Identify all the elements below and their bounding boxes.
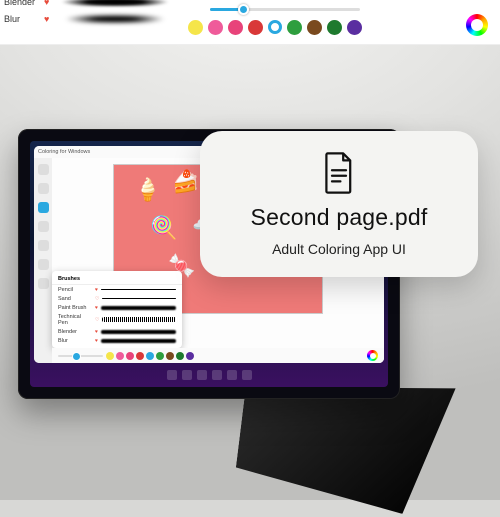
left-toolbar xyxy=(34,158,52,363)
color-wheel-icon[interactable] xyxy=(466,14,488,36)
color-swatch[interactable] xyxy=(188,20,203,35)
color-swatch[interactable] xyxy=(327,20,342,35)
tool-hand[interactable] xyxy=(38,183,49,194)
product-stage: Coloring for Windows xyxy=(0,45,500,500)
brush-name: Technical Pen xyxy=(58,314,92,326)
color-swatch[interactable] xyxy=(287,20,302,35)
brush-label: Blur xyxy=(4,14,38,24)
brush-preview xyxy=(101,306,176,310)
mini-size-slider[interactable] xyxy=(58,355,103,357)
brush-row-blur[interactable]: Blur ♥ xyxy=(0,10,185,27)
heart-icon[interactable]: ♡ xyxy=(95,317,99,323)
brush-toolbar-strip: Blender ♥ Blur ♥ xyxy=(0,0,500,45)
brush-size-slider[interactable] xyxy=(210,4,360,14)
brush-name: Paint Brush xyxy=(58,305,92,311)
color-swatch[interactable] xyxy=(146,352,154,360)
document-icon xyxy=(322,152,356,194)
brush-name: Pencil xyxy=(58,287,92,293)
brush-name: Blur xyxy=(58,338,92,344)
brush-option[interactable]: Paint Brush♥ xyxy=(52,303,182,312)
brush-option[interactable]: Blur♥ xyxy=(52,336,182,345)
brush-preview xyxy=(55,0,175,6)
color-swatch[interactable] xyxy=(126,352,134,360)
taskbar-icon[interactable] xyxy=(212,370,222,380)
taskbar-icon[interactable] xyxy=(227,370,237,380)
tool-brush[interactable] xyxy=(38,202,49,213)
brush-label: Blender xyxy=(4,0,38,7)
tablet-kickstand xyxy=(230,383,456,517)
brush-preview xyxy=(101,330,176,334)
brush-preview xyxy=(102,298,176,300)
file-subtitle: Adult Coloring App UI xyxy=(272,241,406,257)
brush-name: Sand xyxy=(58,296,92,302)
color-swatch[interactable] xyxy=(228,20,243,35)
brush-name: Blender xyxy=(58,329,92,335)
taskbar-icon[interactable] xyxy=(242,370,252,380)
color-swatch[interactable] xyxy=(347,20,362,35)
tool-cursor[interactable] xyxy=(38,164,49,175)
mini-color-palette xyxy=(106,352,194,360)
app-bottom-bar xyxy=(52,348,384,363)
color-swatch[interactable] xyxy=(268,20,282,34)
tool-fill[interactable] xyxy=(38,221,49,232)
heart-icon[interactable]: ♥ xyxy=(95,338,98,344)
brush-preview xyxy=(101,289,176,291)
mini-color-wheel-icon[interactable] xyxy=(367,350,378,361)
app-title: Coloring for Windows xyxy=(38,149,90,155)
color-swatch[interactable] xyxy=(208,20,223,35)
brush-popup-header: Brushes xyxy=(52,274,182,285)
color-palette xyxy=(188,20,362,35)
color-swatch[interactable] xyxy=(156,352,164,360)
brush-list-partial: Blender ♥ Blur ♥ xyxy=(0,0,185,27)
taskbar-icon[interactable] xyxy=(197,370,207,380)
color-swatch[interactable] xyxy=(116,352,124,360)
heart-icon[interactable]: ♥ xyxy=(44,14,49,24)
brush-preview xyxy=(102,317,176,322)
color-swatch[interactable] xyxy=(248,20,263,35)
slider-track xyxy=(210,8,360,11)
color-swatch[interactable] xyxy=(307,20,322,35)
brush-option[interactable]: Sand♡ xyxy=(52,294,182,303)
heart-icon[interactable]: ♥ xyxy=(95,329,98,335)
color-swatch[interactable] xyxy=(186,352,194,360)
heart-icon[interactable]: ♥ xyxy=(95,305,98,311)
heart-icon[interactable]: ♥ xyxy=(44,0,49,7)
brush-option[interactable]: Technical Pen♡ xyxy=(52,312,182,327)
brush-row-blender[interactable]: Blender ♥ xyxy=(0,0,185,10)
color-swatch[interactable] xyxy=(166,352,174,360)
tool-eyedropper[interactable] xyxy=(38,259,49,270)
taskbar-icon[interactable] xyxy=(167,370,177,380)
brush-preview xyxy=(101,339,176,343)
color-swatch[interactable] xyxy=(176,352,184,360)
file-name: Second page.pdf xyxy=(251,204,428,231)
taskbar-icon[interactable] xyxy=(182,370,192,380)
tool-eraser[interactable] xyxy=(38,240,49,251)
tool-text[interactable] xyxy=(38,278,49,289)
heart-icon[interactable]: ♥ xyxy=(95,287,98,293)
brush-preview xyxy=(55,15,175,23)
brush-option[interactable]: Blender♥ xyxy=(52,327,182,336)
color-swatch[interactable] xyxy=(106,352,114,360)
brush-picker-popup: Brushes Pencil♥Sand♡Paint Brush♥Technica… xyxy=(52,271,182,348)
brush-option[interactable]: Pencil♥ xyxy=(52,285,182,294)
slider-thumb[interactable] xyxy=(238,4,249,15)
windows-taskbar[interactable] xyxy=(34,367,384,383)
color-swatch[interactable] xyxy=(136,352,144,360)
heart-icon[interactable]: ♡ xyxy=(95,296,99,302)
file-card[interactable]: Second page.pdf Adult Coloring App UI xyxy=(200,131,478,277)
